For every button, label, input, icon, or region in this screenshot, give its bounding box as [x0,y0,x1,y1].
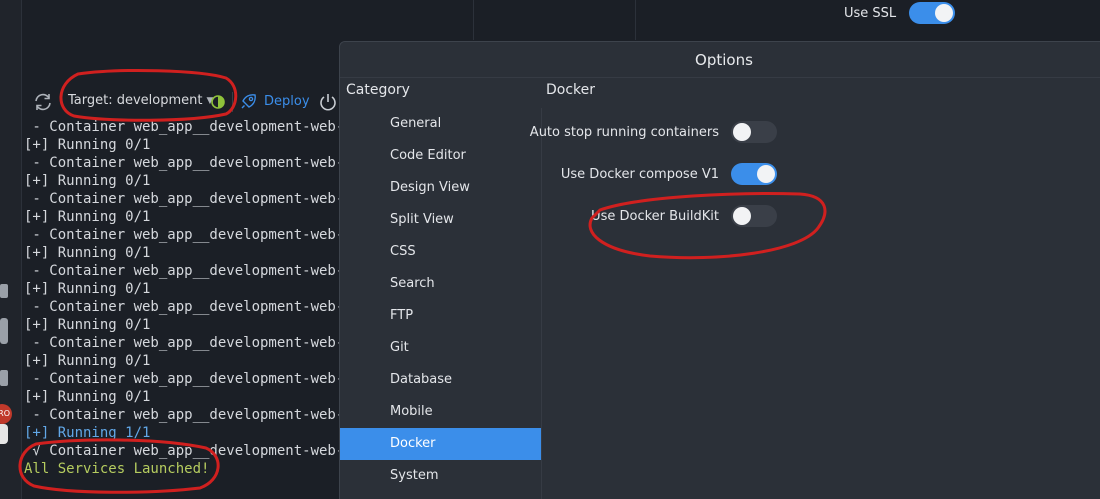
auto-stop-toggle[interactable] [731,121,777,143]
use-ssl-label: Use SSL [844,5,897,21]
toggle-knob [935,4,954,22]
terminal-line: [+] Running 0/1 [24,281,151,297]
category-item-database[interactable]: Database [340,364,541,396]
category-list: General Code Editor Design View Split Vi… [340,108,542,499]
dialog-title[interactable]: Options [340,42,1100,78]
pro-badge: PRO [0,404,12,424]
terminal-line: √ Container web_app__development-web-1 [24,443,342,459]
terminal-output[interactable]: - Container web_app__development-web-1 [… [22,120,342,499]
docker-settings-pane: Auto stop running containers Use Docker … [530,108,1100,499]
terminal-line: [+] Running 0/1 [24,389,151,405]
terminal-line: [+] Running 0/1 [24,245,151,261]
setting-buildkit: Use Docker BuildKit [591,205,777,227]
use-ssl-toggle[interactable] [909,2,956,24]
terminal-line: - Container web_app__development-web-1 [24,227,342,243]
compose-v1-toggle[interactable] [731,163,777,185]
terminal-line: - Container web_app__development-web-1 [24,191,342,207]
terminal-line: [+] Running 0/1 [24,209,151,225]
category-item-search[interactable]: Search [340,268,541,300]
strip-icon-3[interactable] [0,370,8,386]
toggle-knob [757,165,775,183]
terminal-line: - Container web_app__development-web-1 [24,120,342,135]
category-item-docker[interactable]: Docker [340,428,541,460]
category-item-mobile[interactable]: Mobile [340,396,541,428]
category-item-design-view[interactable]: Design View [340,172,541,204]
power-icon[interactable] [318,92,338,112]
target-label: Target: development [68,93,203,108]
category-item-git[interactable]: Git [340,332,541,364]
activity-strip: PRO [0,0,22,499]
app-window: PRO Use SSL Target: development ▼ [0,0,1100,499]
terminal-line: [+] Running 0/1 [24,137,151,153]
terminal-line: - Container web_app__development-web-1 [24,299,342,315]
setting-auto-stop: Auto stop running containers [530,121,777,143]
category-item-ftp[interactable]: FTP [340,300,541,332]
category-header: Category [346,82,410,98]
top-panel-left [22,0,474,40]
terminal-line: - Container web_app__development-web-1 [24,335,342,351]
toggle-knob [733,207,751,225]
category-item-css[interactable]: CSS [340,236,541,268]
dialog-header-row: Category Docker [340,78,1100,104]
terminal-line: - Container web_app__development-web-1 [24,407,342,423]
deploy-label: Deploy [264,93,310,109]
options-dialog: Options Category Docker General Code Edi… [339,41,1100,499]
terminal-line: [+] Running 0/1 [24,173,151,189]
section-header: Docker [546,82,596,98]
toggle-knob [733,123,751,141]
terminal-line-launched: All Services Launched! [24,461,210,477]
strip-icon-4[interactable] [0,424,8,444]
target-dropdown[interactable]: Target: development ▼ [68,93,213,108]
setting-label: Use Docker compose V1 [560,166,719,182]
buildkit-toggle[interactable] [731,205,777,227]
deploy-toolbar: Target: development ▼ Deploy [22,84,342,120]
rocket-icon [241,94,256,109]
deploy-button[interactable]: Deploy [240,92,310,110]
category-item-general[interactable]: General [340,108,541,140]
use-ssl-row: Use SSL [844,2,956,24]
setting-compose-v1: Use Docker compose V1 [561,163,777,185]
setting-label: Use Docker BuildKit [591,208,719,224]
terminal-line: [+] Running 1/1 [24,425,151,441]
terminal-line: - Container web_app__development-web-1 [24,155,342,171]
category-item-system[interactable]: System [340,460,541,492]
strip-icon-1[interactable] [0,284,8,298]
toolbar-divider [232,92,233,112]
terminal-line: [+] Running 0/1 [24,353,151,369]
category-item-code-editor[interactable]: Code Editor [340,140,541,172]
status-indicator-icon [211,94,225,109]
terminal-line: - Container web_app__development-web-1 [24,263,342,279]
top-panel-middle [475,0,636,40]
setting-label: Auto stop running containers [529,124,719,140]
refresh-icon[interactable] [32,91,54,113]
terminal-line: [+] Running 0/1 [24,317,151,333]
terminal-line: - Container web_app__development-web-1 [24,371,342,387]
strip-icon-2[interactable] [0,318,8,344]
category-item-split-view[interactable]: Split View [340,204,541,236]
